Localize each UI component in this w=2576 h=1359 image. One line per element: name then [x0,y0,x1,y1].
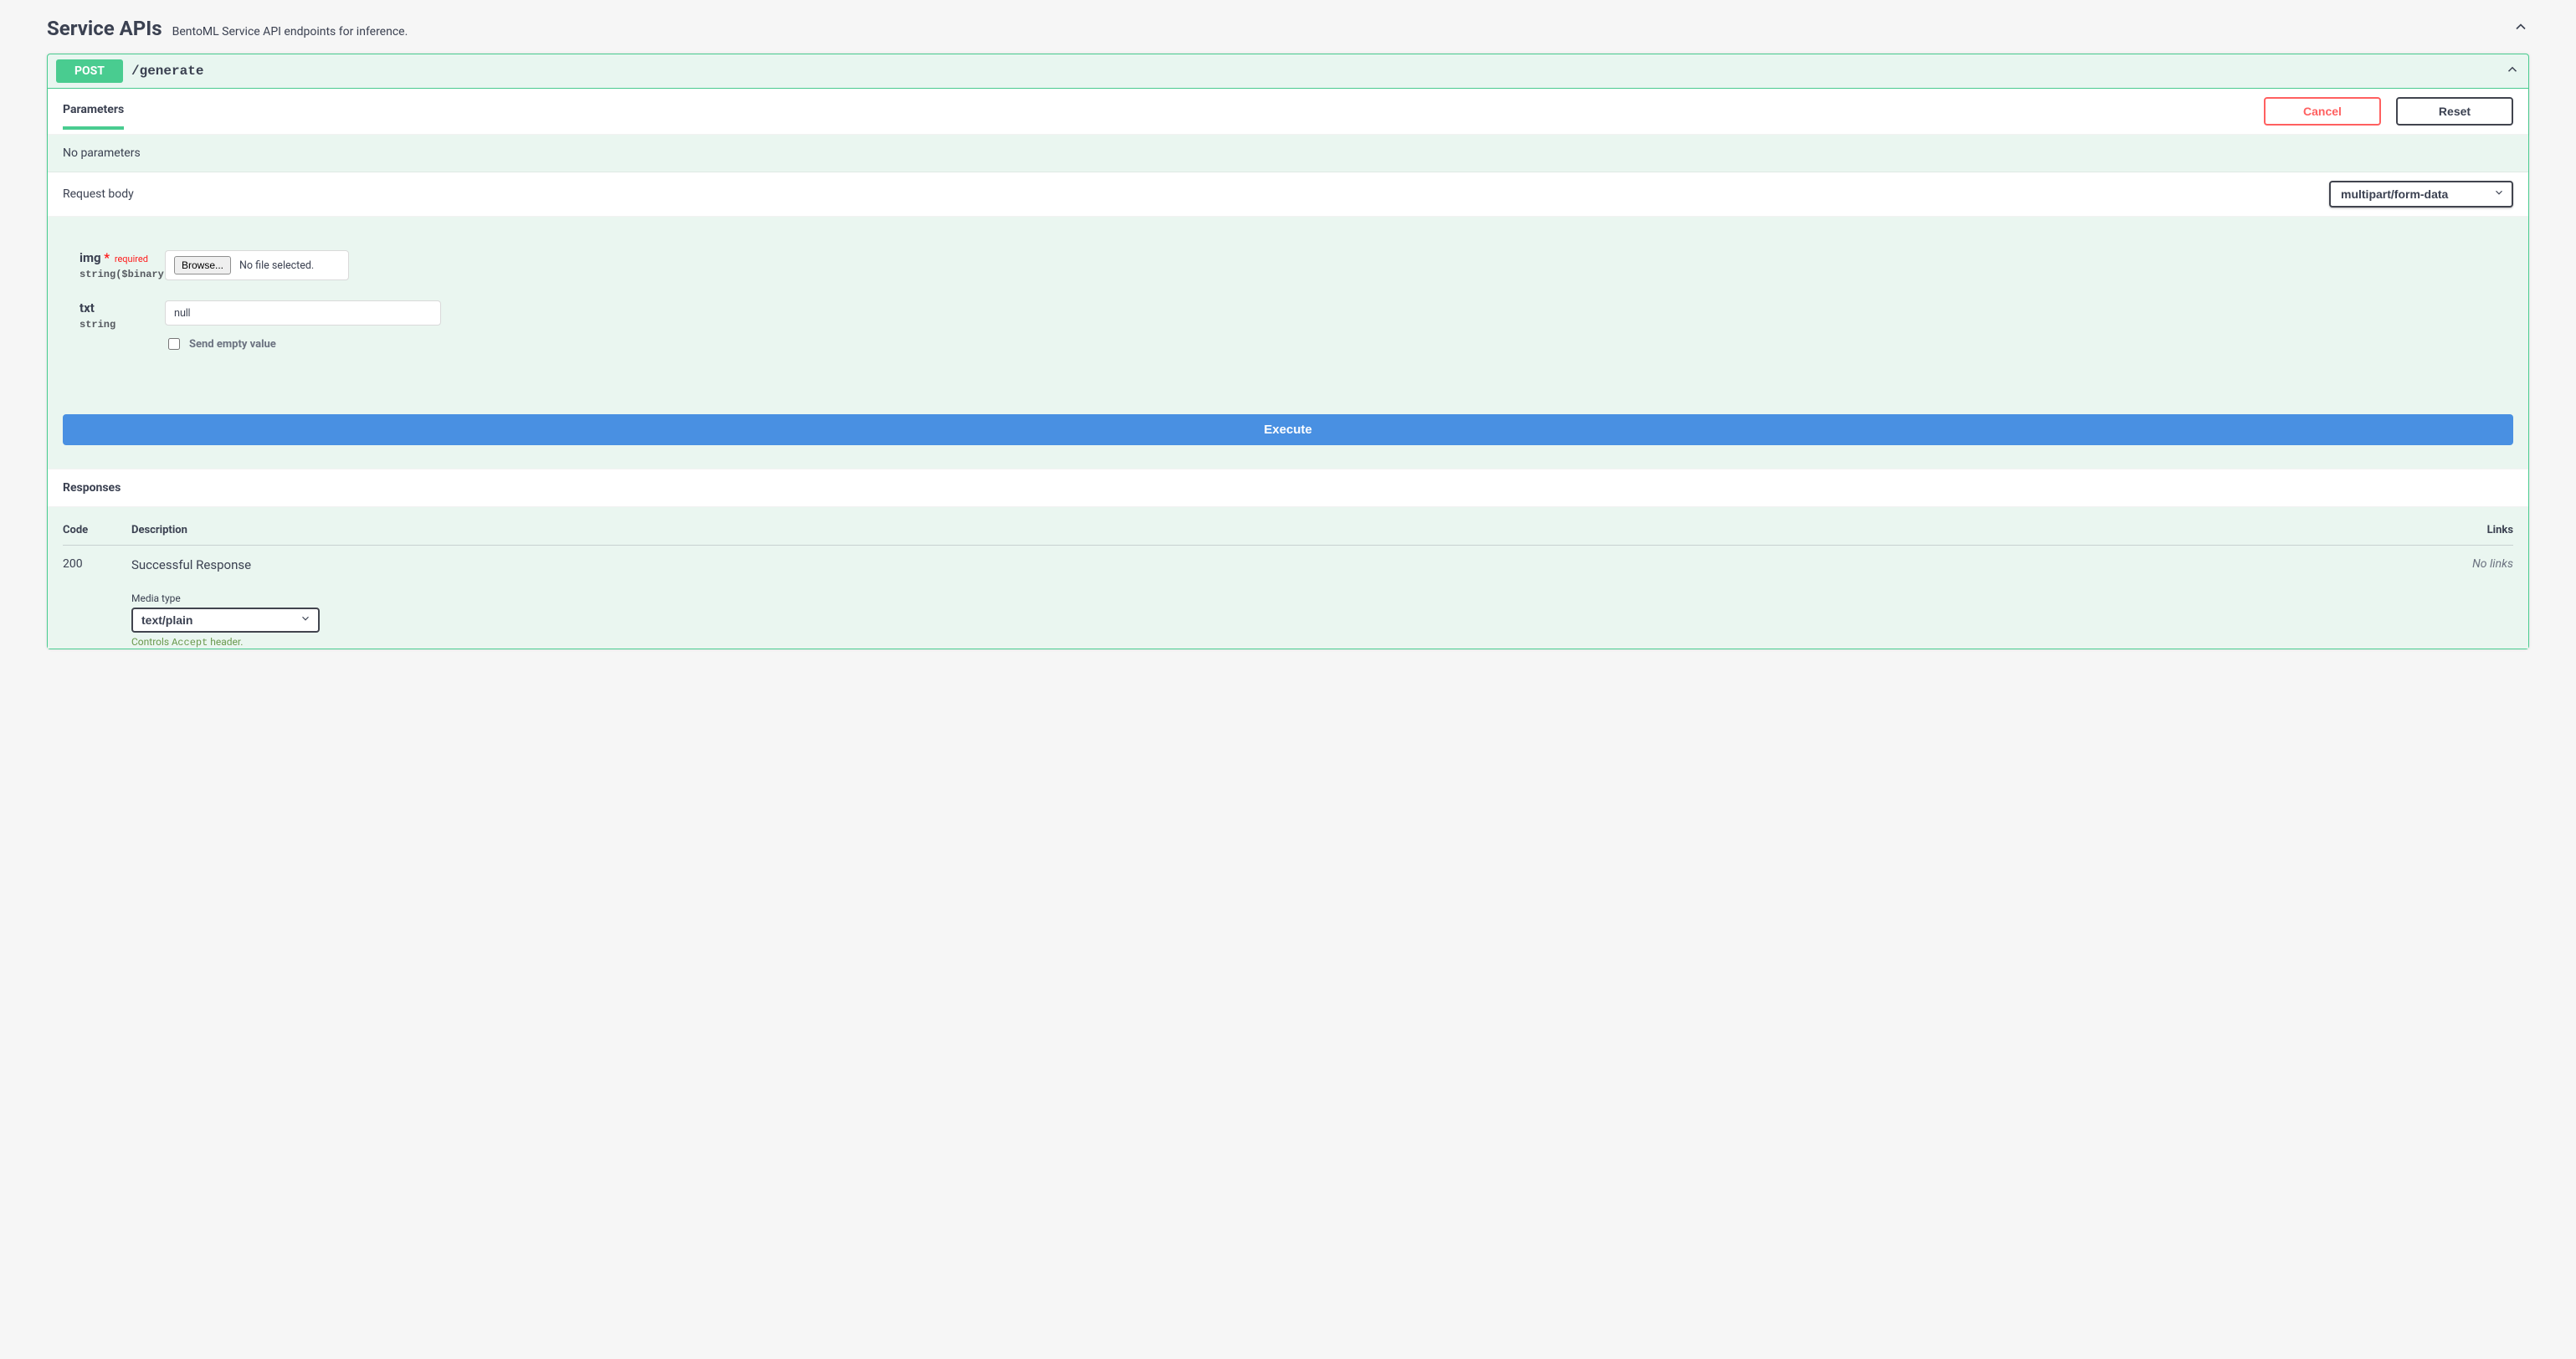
file-input-img[interactable]: Browse... No file selected. [165,250,349,280]
param-row-img: img * required string($binary) Browse...… [63,250,2513,280]
op-path: /generate [131,64,203,79]
controls-accept-hint: Controls Accept header. [131,636,2446,649]
request-body-header: Request body multipart/form-data [48,172,2528,217]
txt-input[interactable] [165,300,441,326]
tab-parameters[interactable]: Parameters [63,93,124,130]
request-body-form: img * required string($binary) Browse...… [48,217,2528,469]
param-type-txt: string [80,319,155,331]
http-method-badge: POST [56,59,123,83]
send-empty-label[interactable]: Send empty value [189,338,276,351]
send-empty-checkbox[interactable] [168,338,180,350]
media-type-select[interactable]: text/plain [131,608,320,633]
response-links: No links [2446,557,2513,649]
param-name-img: img * required [80,250,155,265]
parameters-header: Parameters Cancel Reset [48,89,2528,135]
file-status-text: No file selected. [239,259,314,272]
opblock-summary[interactable]: POST /generate [48,54,2528,89]
execute-button[interactable]: Execute [63,414,2513,445]
col-header-code: Code [63,524,131,536]
chevron-up-icon [2505,67,2520,80]
content-type-select[interactable]: multipart/form-data [2329,181,2513,208]
response-code: 200 [63,557,131,649]
section-description: BentoML Service API endpoints for infere… [172,25,408,38]
responses-header: Responses [48,469,2528,507]
section-title: Service APIs [47,17,162,40]
opblock-collapse-toggle[interactable] [2505,62,2520,80]
col-header-links: Links [2446,524,2513,536]
section-header: Service APIs BentoML Service API endpoin… [47,17,2529,47]
reset-button[interactable]: Reset [2396,97,2513,126]
param-name-txt: txt [80,300,155,315]
media-type-label: Media type [131,592,2446,604]
col-header-description: Description [131,524,2446,536]
param-type-img: string($binary) [80,269,155,280]
cancel-button[interactable]: Cancel [2264,97,2381,126]
no-parameters-text: No parameters [48,135,2528,172]
required-label: required [115,254,148,264]
opblock-generate: POST /generate Parameters Cancel Reset N… [47,54,2529,649]
chevron-up-icon [2512,25,2529,38]
section-collapse-toggle[interactable] [2512,18,2529,38]
response-description: Successful Response [131,557,2446,572]
responses-table: Code Description Links 200 Successful Re… [48,507,2528,649]
param-row-txt: txt string Send empty value [63,300,2513,352]
request-body-label: Request body [63,187,134,201]
browse-button[interactable]: Browse... [174,256,231,274]
required-star-icon: * [104,250,110,265]
response-row-200: 200 Successful Response Media type text/… [63,546,2513,649]
